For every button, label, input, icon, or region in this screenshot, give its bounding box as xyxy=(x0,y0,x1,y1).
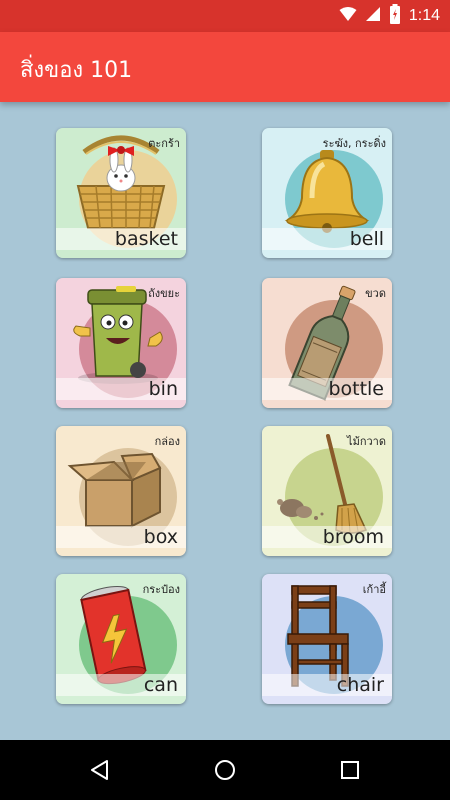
item-card-box[interactable]: กล่อง box xyxy=(56,426,186,556)
home-icon xyxy=(215,760,235,780)
home-button[interactable] xyxy=(209,754,241,786)
status-bar: 1:14 xyxy=(0,0,450,32)
navigation-bar xyxy=(0,740,450,800)
item-thai-label: ตะกร้า xyxy=(148,137,180,150)
item-thai-label: กระป๋อง xyxy=(142,583,180,596)
item-card-bin[interactable]: ถังขยะ bin xyxy=(56,278,186,408)
status-time: 1:14 xyxy=(408,7,440,24)
item-english-label: broom xyxy=(322,526,384,548)
item-english-label: bell xyxy=(349,228,384,250)
item-card-basket[interactable]: ตะกร้า basket xyxy=(56,128,186,258)
status-icons: 1:14 xyxy=(339,4,440,28)
item-english-label: can xyxy=(143,674,178,696)
recents-icon xyxy=(341,761,359,779)
item-thai-label: ขวด xyxy=(365,287,386,300)
item-card-can[interactable]: กระป๋อง can xyxy=(56,574,186,704)
recents-button[interactable] xyxy=(334,754,366,786)
item-card-bell[interactable]: ระฆัง, กระดิ่ง bell xyxy=(262,128,392,258)
back-icon xyxy=(91,760,108,780)
app-bar: สิ่งของ 101 xyxy=(0,32,450,102)
item-english-label: box xyxy=(143,526,178,548)
item-thai-label: กล่อง xyxy=(154,435,180,448)
item-thai-label: เก้าอี้ xyxy=(362,583,386,596)
back-button[interactable] xyxy=(84,754,116,786)
item-card-bottle[interactable]: ขวด bottle xyxy=(262,278,392,408)
item-english-label: bin xyxy=(148,378,178,400)
signal-icon xyxy=(365,6,381,26)
item-thai-label: ไม้กวาด xyxy=(347,435,386,448)
app-title: สิ่งของ 101 xyxy=(20,58,133,83)
wifi-icon xyxy=(339,6,357,26)
item-thai-label: ถังขยะ xyxy=(148,287,180,300)
battery-icon xyxy=(389,4,401,28)
item-thai-label: ระฆัง, กระดิ่ง xyxy=(322,137,386,150)
item-card-chair[interactable]: เก้าอี้ chair xyxy=(262,574,392,704)
item-english-label: basket xyxy=(114,228,178,250)
item-card-broom[interactable]: ไม้กวาด broom xyxy=(262,426,392,556)
item-english-label: chair xyxy=(336,674,384,696)
item-english-label: bottle xyxy=(328,378,384,400)
